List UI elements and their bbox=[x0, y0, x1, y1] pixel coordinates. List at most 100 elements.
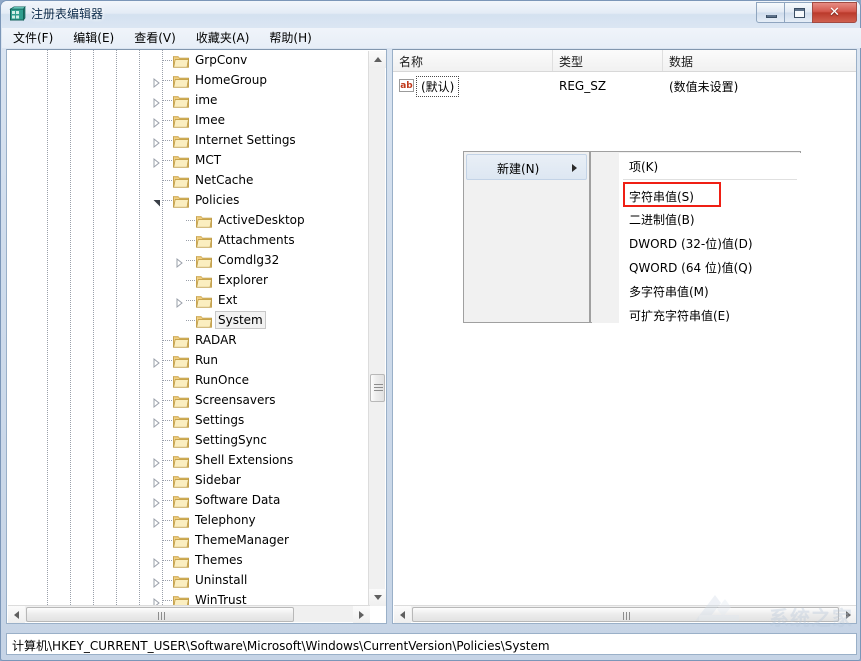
tree-item[interactable]: ime bbox=[7, 90, 369, 110]
expand-arrow-icon[interactable] bbox=[174, 255, 185, 268]
menu-new-string-value[interactable]: 字符串值(S) bbox=[623, 182, 721, 207]
tree-item-label[interactable]: NetCache bbox=[192, 171, 256, 189]
tree-item[interactable]: RunOnce bbox=[7, 370, 369, 390]
tree-item[interactable]: Attachments bbox=[7, 230, 369, 250]
menu-new-dword[interactable]: DWORD (32-位)值(D) bbox=[619, 230, 801, 254]
menu-new-key[interactable]: 项(K) bbox=[619, 153, 801, 177]
tree-item-label[interactable]: Settings bbox=[192, 411, 247, 429]
column-header-type[interactable]: 类型 bbox=[553, 50, 663, 71]
context-menu[interactable]: 新建(N) bbox=[463, 151, 590, 323]
menu-new-qword[interactable]: QWORD (64 位)值(Q) bbox=[619, 254, 801, 278]
registry-values-pane[interactable]: 名称 类型 数据 ab (默认) REG_SZ (数值未设置) bbox=[392, 49, 857, 624]
menu-file[interactable]: 文件(F) bbox=[4, 27, 62, 49]
expand-arrow-icon[interactable] bbox=[151, 555, 162, 568]
tree-item-label[interactable]: Policies bbox=[192, 191, 242, 209]
scroll-left-button[interactable] bbox=[394, 606, 411, 623]
list-horizontal-scrollbar[interactable] bbox=[394, 605, 856, 623]
tree-item-label[interactable]: HomeGroup bbox=[192, 71, 270, 89]
tree-item-label-selected[interactable]: System bbox=[215, 311, 266, 329]
tree-item[interactable]: Screensavers bbox=[7, 390, 369, 410]
tree-item-label[interactable]: Uninstall bbox=[192, 571, 250, 589]
expand-arrow-icon[interactable] bbox=[174, 295, 185, 308]
menu-view[interactable]: 查看(V) bbox=[125, 27, 185, 49]
tree-horizontal-scrollbar[interactable] bbox=[8, 605, 370, 623]
tree-vertical-scrollbar[interactable] bbox=[368, 51, 386, 606]
column-header-data[interactable]: 数据 bbox=[663, 50, 856, 71]
tree-item[interactable]: Comdlg32 bbox=[7, 250, 369, 270]
expand-arrow-icon[interactable] bbox=[151, 355, 162, 368]
tree-item-label[interactable]: ime bbox=[192, 91, 220, 109]
vertical-scroll-thumb[interactable] bbox=[370, 373, 385, 402]
tree-item[interactable]: MCT bbox=[7, 150, 369, 170]
scroll-up-button[interactable] bbox=[369, 51, 386, 68]
tree-item[interactable]: Themes bbox=[7, 550, 369, 570]
expand-arrow-icon[interactable] bbox=[151, 395, 162, 408]
tree-item-label[interactable]: ActiveDesktop bbox=[215, 211, 308, 229]
tree-item-label[interactable]: Sidebar bbox=[192, 471, 244, 489]
menu-new-expandable[interactable]: 可扩充字符串值(E) bbox=[619, 302, 801, 326]
expand-arrow-icon[interactable] bbox=[151, 455, 162, 468]
tree-item-label[interactable]: Ext bbox=[215, 291, 240, 309]
tree-item[interactable]: Software Data bbox=[7, 490, 369, 510]
tree-item[interactable]: SettingSync bbox=[7, 430, 369, 450]
expand-arrow-icon[interactable] bbox=[151, 95, 162, 108]
tree-item-label[interactable]: Attachments bbox=[215, 231, 298, 249]
tree-item-label[interactable]: Shell Extensions bbox=[192, 451, 296, 469]
close-button[interactable]: ✕ bbox=[812, 2, 857, 23]
expand-arrow-icon[interactable] bbox=[151, 575, 162, 588]
tree-item[interactable]: Settings bbox=[7, 410, 369, 430]
tree-item[interactable]: NetCache bbox=[7, 170, 369, 190]
context-submenu-new[interactable]: 项(K) 字符串值(S) 二进制值(B) DWORD (32-位)值(D) QWORD … bbox=[590, 151, 801, 323]
menu-edit[interactable]: 编辑(E) bbox=[64, 27, 123, 49]
scroll-right-button[interactable] bbox=[840, 606, 856, 623]
tree-item-label[interactable]: Software Data bbox=[192, 491, 283, 509]
tree-item[interactable]: System bbox=[7, 310, 369, 330]
horizontal-scroll-thumb[interactable] bbox=[26, 607, 294, 622]
tree-item-label[interactable]: Run bbox=[192, 351, 221, 369]
menu-new[interactable]: 新建(N) bbox=[466, 154, 587, 180]
tree-item-label[interactable]: Internet Settings bbox=[192, 131, 299, 149]
tree-item-label[interactable]: Screensavers bbox=[192, 391, 279, 409]
tree-item[interactable]: RADAR bbox=[7, 330, 369, 350]
tree-item-label[interactable]: Telephony bbox=[192, 511, 259, 529]
tree-item-label[interactable]: RADAR bbox=[192, 331, 240, 349]
expand-arrow-icon[interactable] bbox=[151, 415, 162, 428]
menu-new-multi-string[interactable]: 多字符串值(M) bbox=[619, 278, 801, 302]
horizontal-scroll-thumb[interactable] bbox=[412, 607, 839, 622]
tree-item[interactable]: GrpConv bbox=[7, 50, 369, 70]
menu-new-binary-value[interactable]: 二进制值(B) bbox=[619, 206, 801, 230]
scroll-right-button[interactable] bbox=[353, 606, 370, 623]
tree-item[interactable]: Sidebar bbox=[7, 470, 369, 490]
expand-arrow-icon[interactable] bbox=[151, 475, 162, 488]
scroll-down-button[interactable] bbox=[369, 589, 386, 606]
tree-item-label[interactable]: RunOnce bbox=[192, 371, 252, 389]
maximize-button[interactable] bbox=[784, 2, 813, 23]
tree-item-label[interactable]: Comdlg32 bbox=[215, 251, 282, 269]
tree-item[interactable]: ActiveDesktop bbox=[7, 210, 369, 230]
column-header-name[interactable]: 名称 bbox=[393, 50, 553, 71]
tree-item-label[interactable]: MCT bbox=[192, 151, 224, 169]
expand-arrow-icon[interactable] bbox=[151, 515, 162, 528]
tree-item[interactable]: Policies bbox=[7, 190, 369, 210]
tree-item[interactable]: Shell Extensions bbox=[7, 450, 369, 470]
tree-item[interactable]: Imee bbox=[7, 110, 369, 130]
expand-arrow-icon[interactable] bbox=[151, 595, 162, 607]
tree-item[interactable]: Run bbox=[7, 350, 369, 370]
expand-arrow-icon[interactable] bbox=[151, 155, 162, 168]
menu-help[interactable]: 帮助(H) bbox=[260, 27, 320, 49]
tree-item[interactable]: HomeGroup bbox=[7, 70, 369, 90]
value-name-cell[interactable]: (默认) bbox=[415, 76, 460, 97]
tree-item-label[interactable]: GrpConv bbox=[192, 51, 250, 69]
tree-item[interactable]: Explorer bbox=[7, 270, 369, 290]
collapse-arrow-icon[interactable] bbox=[151, 195, 162, 206]
tree-item-label[interactable]: Imee bbox=[192, 111, 228, 129]
expand-arrow-icon[interactable] bbox=[151, 75, 162, 88]
tree-item-label[interactable]: Explorer bbox=[215, 271, 271, 289]
scroll-left-button[interactable] bbox=[8, 606, 25, 623]
expand-arrow-icon[interactable] bbox=[151, 495, 162, 508]
expand-arrow-icon[interactable] bbox=[151, 115, 162, 128]
tree-item-label[interactable]: ThemeManager bbox=[192, 531, 292, 549]
table-row[interactable]: ab (默认) REG_SZ (数值未设置) bbox=[393, 76, 856, 97]
tree-item[interactable]: Ext bbox=[7, 290, 369, 310]
registry-tree-pane[interactable]: GrpConv HomeGroup ime Imee Internet Settings… bbox=[6, 49, 387, 624]
